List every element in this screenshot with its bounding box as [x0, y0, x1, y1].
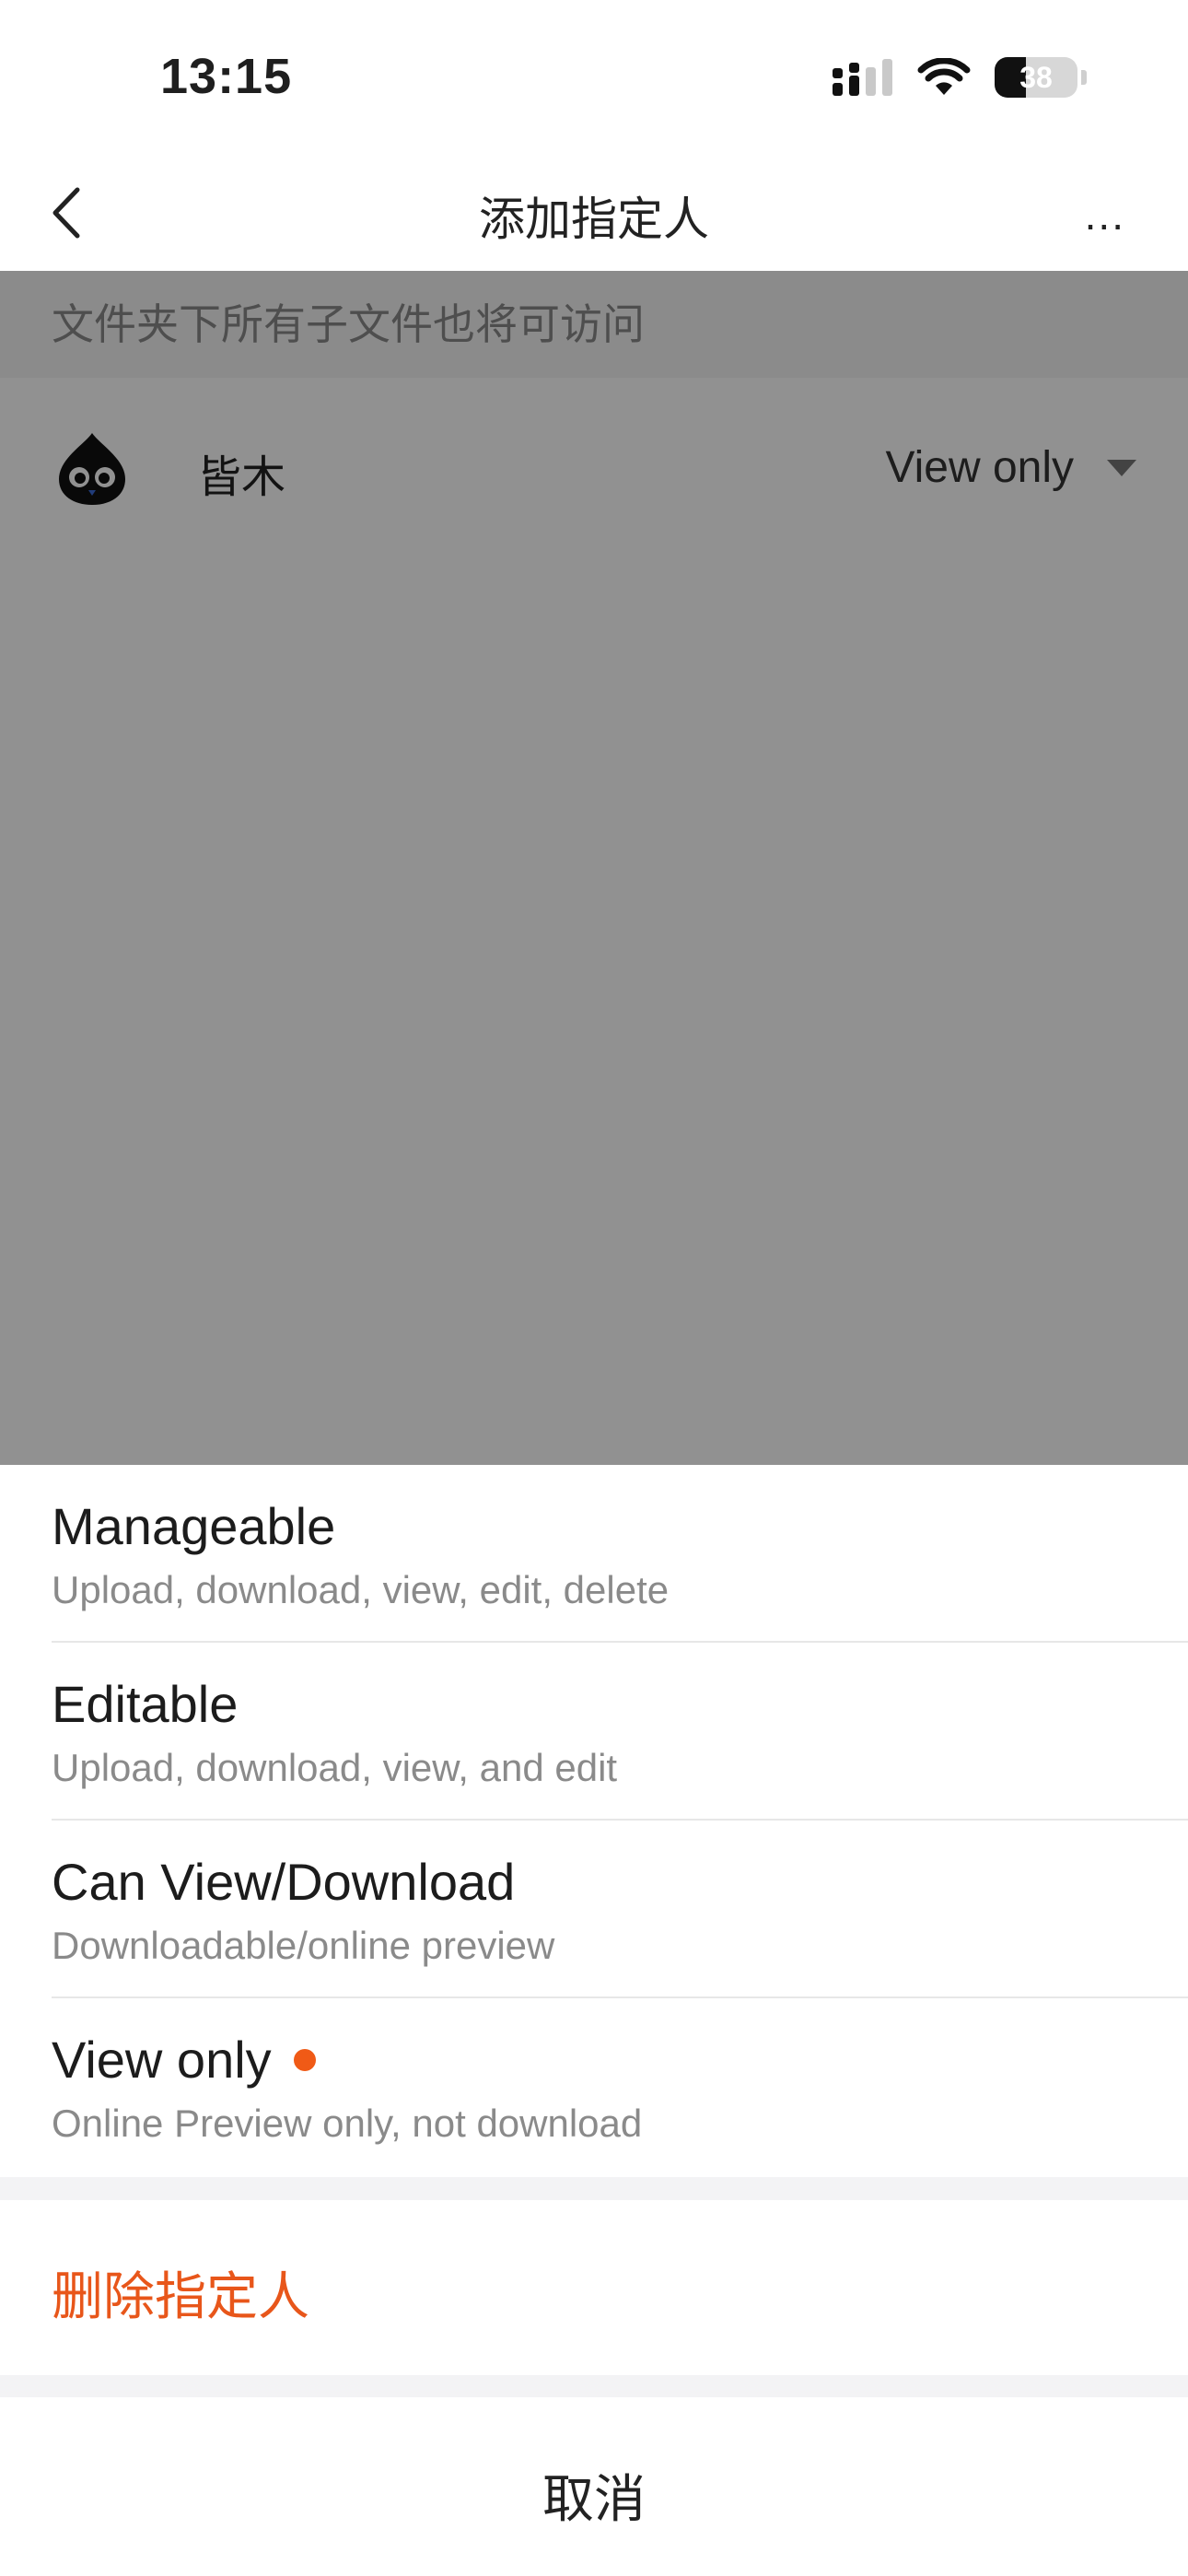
remove-member-button[interactable]: 删除指定人 [0, 2200, 1188, 2375]
option-editable[interactable]: Editable Upload, download, view, and edi… [52, 1643, 1188, 1821]
option-view-only[interactable]: View only Online Preview only, not downl… [52, 1998, 1188, 2176]
option-title: Manageable [52, 1497, 336, 1555]
option-description: Downloadable/online preview [52, 1924, 555, 1967]
wifi-icon [917, 58, 971, 95]
battery-level: 38 [1019, 60, 1053, 94]
cancel-label: 取消 [542, 2470, 646, 2528]
permission-action-sheet: Manageable Upload, download, view, edit,… [0, 1465, 1188, 2576]
option-description: Upload, download, view, edit, delete [52, 1568, 670, 1611]
option-title: Can View/Download [52, 1853, 516, 1911]
battery-icon: 38 [995, 57, 1077, 98]
modal-overlay[interactable] [0, 271, 1188, 1465]
permission-options: Manageable Upload, download, view, edit,… [0, 1465, 1188, 2177]
status-time: 13:15 [160, 49, 293, 104]
option-can-view-download[interactable]: Can View/Download Downloadable/online pr… [52, 1821, 1188, 1998]
option-description: Upload, download, view, and edit [52, 1746, 618, 1789]
page-title: 添加指定人 [479, 193, 709, 245]
navigation-bar: 添加指定人 ... [0, 157, 1188, 271]
status-bar: 13:15 38 [0, 0, 1188, 157]
remove-member-label: 删除指定人 [52, 2267, 309, 2325]
more-options-button[interactable]: ... [1085, 190, 1125, 240]
battery-tip [1081, 70, 1087, 85]
option-title: Editable [52, 1675, 239, 1733]
cellular-signal-icon [833, 59, 892, 96]
status-icons: 38 [833, 57, 1087, 98]
option-manageable[interactable]: Manageable Upload, download, view, edit,… [52, 1465, 1188, 1643]
option-description: Online Preview only, not download [52, 2102, 643, 2145]
option-title: View only [52, 2030, 316, 2090]
selected-indicator-icon [293, 2048, 316, 2071]
cancel-button[interactable]: 取消 [0, 2397, 1188, 2576]
screen: 13:15 38 添加指定人 ... 文件夹下所有子文件也将可访问 皆木 Vie… [0, 0, 1188, 2576]
